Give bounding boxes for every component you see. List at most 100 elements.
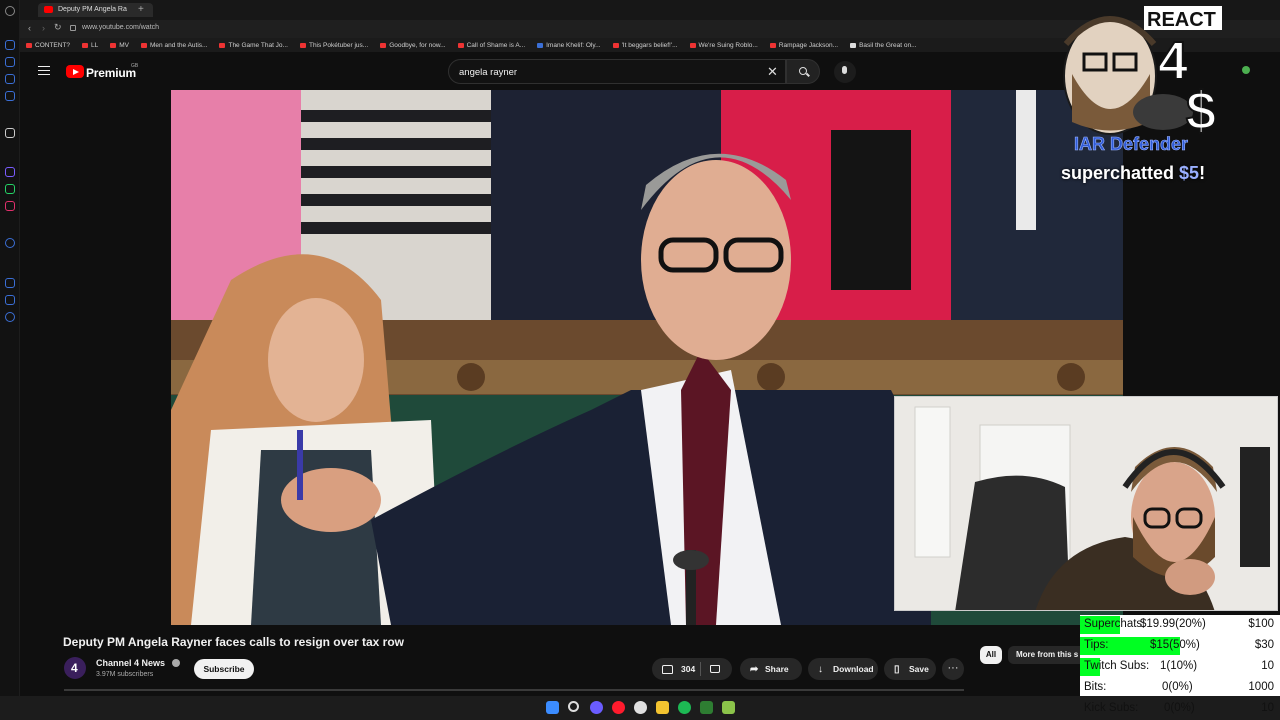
like-count[interactable]: 304 [681,664,695,674]
bookmark-item[interactable]: Basil the Great on... [844,38,922,52]
youtube-premium-label[interactable]: Premium [86,66,136,80]
bookmark-item[interactable]: Rampage Jackson... [764,38,844,52]
bookmark-favicon-icon [219,42,226,48]
webcam-overlay [894,396,1278,611]
clock-icon[interactable] [5,278,15,288]
goal-label: Superchats: [1084,618,1146,630]
save-button[interactable]: ▯ Save [884,658,936,680]
windows-start-icon[interactable] [546,701,559,714]
goal-row: Twitch Subs: 1(10%) 10 [1080,657,1280,677]
bookmark-item[interactable]: The Game That Jo... [213,38,294,52]
bookmark-item[interactable]: Imane Khelif: Oly... [531,38,606,52]
channel-name[interactable]: Channel 4 News [96,658,165,668]
chip-more-from-channel[interactable]: More from this s [1008,646,1086,664]
forward-icon[interactable]: › [42,23,45,33]
instagram-icon[interactable] [5,201,15,211]
new-tab-icon[interactable]: + [138,4,144,15]
discord-icon[interactable] [590,701,603,714]
logo-four-text: 4 [1158,31,1188,91]
settings-icon[interactable] [5,312,15,322]
goal-label: Bits: [1084,681,1107,693]
browser-tab[interactable]: Deputy PM Angela Ra [38,3,153,17]
sidebar-shortcut-icon[interactable] [5,91,15,101]
bookmark-favicon-icon [689,42,696,48]
search-icon [799,67,807,75]
bookmark-label: 'It beggars belief!'... [621,41,678,49]
search-button[interactable] [786,59,820,84]
youtube-logo-icon[interactable] [66,65,84,78]
download-button[interactable]: ↓ Download [808,658,878,680]
bookmark-item[interactable]: CONTENT? [20,38,76,52]
file-explorer-icon[interactable] [656,701,669,714]
bookmark-favicon-icon [141,42,148,48]
bookmark-label: We're Suing Roblo... [698,41,758,49]
messenger-icon[interactable] [5,167,15,177]
bookmark-item[interactable]: Call of Shame is A... [452,38,532,52]
donor-name: IAR Defender [1074,134,1189,155]
bookmark-item[interactable]: Men and the Autis... [135,38,213,52]
search-box[interactable]: angela rayner ✕ [448,59,786,84]
url-field[interactable]: www.youtube.com/watch [82,24,159,31]
goal-label: Tips: [1084,639,1109,651]
sidebar-shortcut-icon[interactable] [5,57,15,67]
bookmark-item[interactable]: This Pokétuber jus... [294,38,374,52]
bookmark-label: Goodbye, for now... [389,41,446,49]
bookmark-favicon-icon [457,42,464,48]
thumbs-down-icon[interactable] [710,665,720,673]
donation-prefix: superchatted [1061,163,1180,183]
share-icon: ➦ [750,663,759,675]
whatsapp-icon[interactable] [5,184,15,194]
bookmark-label: Men and the Autis... [150,41,208,49]
video-title[interactable]: Deputy PM Angela Rayner faces calls to r… [63,635,404,649]
bookmark-item[interactable]: MV [104,38,135,52]
goal-target-value: $30 [1254,639,1274,651]
app-icon[interactable] [722,701,735,714]
bookmark-item[interactable]: We're Suing Roblo... [684,38,764,52]
bookmark-favicon-icon [380,42,387,48]
donation-alert: superchatted $5! [1061,163,1205,184]
verified-icon [172,659,180,667]
reload-icon[interactable]: ↻ [54,22,62,33]
bookmark-label: LL [91,41,99,49]
wallet-icon[interactable] [5,295,15,305]
description-divider [64,689,964,691]
webcam-feed [895,397,1277,610]
thumbs-up-icon[interactable] [662,664,673,674]
bookmark-favicon-icon [612,42,619,48]
bookmark-item[interactable]: Goodbye, for now... [374,38,451,52]
chip-all[interactable]: All [980,646,1002,664]
sidebar-shortcut-icon[interactable] [5,40,15,50]
bookmark-label: Call of Shame is A... [466,41,526,49]
xbox-icon[interactable] [700,701,713,714]
lock-icon[interactable] [70,25,76,31]
menu-icon[interactable] [38,66,50,75]
back-icon[interactable]: ‹ [28,23,31,33]
search-icon[interactable] [568,701,579,712]
more-actions-button[interactable]: ··· [942,658,964,680]
opera-taskbar-icon[interactable] [612,701,625,714]
bookmark-item[interactable]: LL [76,38,104,52]
share-button[interactable]: ➦ Share [740,658,802,680]
voice-search-button[interactable] [834,61,856,83]
obs-icon[interactable] [634,701,647,714]
search-input[interactable]: angela rayner [459,67,517,78]
goal-row: Bits: 0(0%) 1000 [1080,678,1280,698]
goal-row: Tips: $15(50%) $30 [1080,636,1280,656]
goal-label: Kick Subs: [1084,702,1139,714]
bookmark-item[interactable]: 'It beggars belief!'... [607,38,684,52]
history-icon[interactable] [5,238,15,248]
sidebar-shortcut-icon[interactable] [5,74,15,84]
bookmark-favicon-icon [769,42,776,48]
react4-logo: REACT 4 $ [1058,4,1226,142]
react4-logo-image: REACT 4 $ [1063,6,1222,142]
channel-avatar[interactable] [64,657,86,679]
subscribe-button[interactable]: Subscribe [194,659,254,679]
bookmark-label: MV [119,41,130,49]
spotify-icon[interactable] [678,701,691,714]
opera-icon[interactable] [5,6,15,16]
subscriber-count: 3.97M subscribers [96,671,154,678]
bookmark-label: CONTENT? [35,41,71,49]
extension-icon[interactable] [1242,66,1250,74]
aria-icon[interactable] [5,128,15,138]
close-icon[interactable]: ✕ [767,65,778,78]
